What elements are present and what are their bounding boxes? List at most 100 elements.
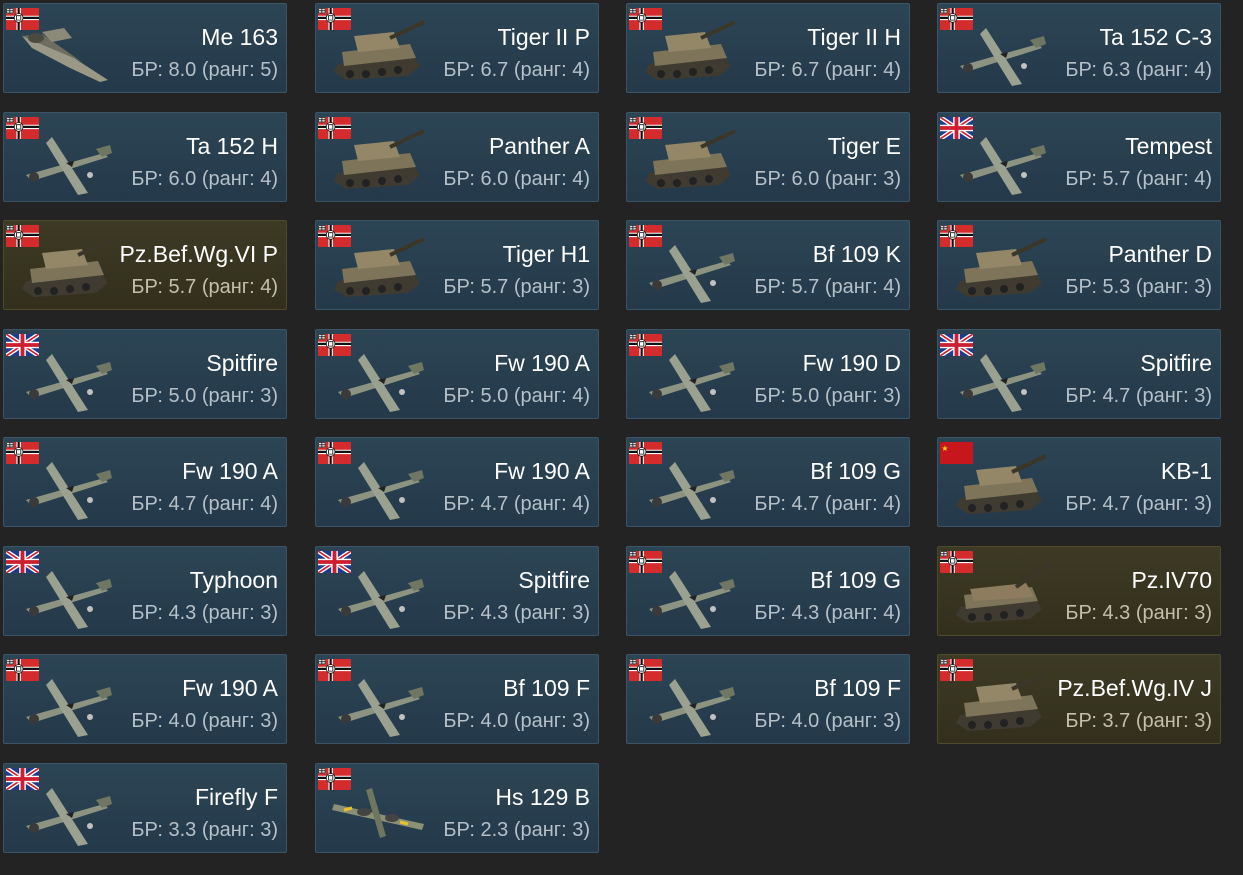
vehicle-battle-rating: БР: 5.0 (ранг: 3) <box>131 385 278 407</box>
vehicle-battle-rating: БР: 4.3 (ранг: 3) <box>443 602 590 624</box>
germany-flag-icon <box>940 659 973 681</box>
vehicle-name: Pz.Bef.Wg.IV J <box>1057 675 1212 701</box>
germany-flag-icon <box>6 442 39 464</box>
vehicle-name: Fw 190 A <box>182 458 278 484</box>
germany-flag-icon <box>629 334 662 356</box>
vehicle-battle-rating: БР: 3.7 (ранг: 3) <box>1065 710 1212 732</box>
vehicle-name: Fw 190 A <box>182 675 278 701</box>
vehicle-battle-rating: БР: 5.7 (ранг: 4) <box>754 276 901 298</box>
vehicle-card[interactable]: Panther A БР: 6.0 (ранг: 4) <box>315 112 599 202</box>
vehicle-battle-rating: БР: 6.0 (ранг: 4) <box>131 168 278 190</box>
vehicle-card[interactable]: Tiger II H БР: 6.7 (ранг: 4) <box>626 3 910 93</box>
vehicle-name: Spitfire <box>206 350 278 376</box>
vehicle-battle-rating: БР: 5.0 (ранг: 4) <box>443 385 590 407</box>
vehicle-card[interactable]: Bf 109 G БР: 4.3 (ранг: 4) <box>626 546 910 636</box>
britain-flag-icon <box>940 117 973 139</box>
vehicle-card[interactable]: Spitfire БР: 4.3 (ранг: 3) <box>315 546 599 636</box>
germany-flag-icon <box>629 442 662 464</box>
vehicle-card[interactable]: Bf 109 G БР: 4.7 (ранг: 4) <box>626 437 910 527</box>
germany-flag-icon <box>318 659 351 681</box>
vehicle-battle-rating: БР: 4.3 (ранг: 3) <box>1065 602 1212 624</box>
germany-flag-icon <box>6 117 39 139</box>
vehicle-battle-rating: БР: 4.0 (ранг: 3) <box>754 710 901 732</box>
vehicle-name: Fw 190 A <box>494 458 590 484</box>
vehicle-name: Spitfire <box>1140 350 1212 376</box>
vehicle-name: Fw 190 D <box>802 350 901 376</box>
vehicle-card[interactable]: Me 163 БР: 8.0 (ранг: 5) <box>3 3 287 93</box>
vehicle-card[interactable]: Ta 152 C-3 БР: 6.3 (ранг: 4) <box>937 3 1221 93</box>
vehicle-battle-rating: БР: 6.7 (ранг: 4) <box>754 59 901 81</box>
britain-flag-icon <box>6 334 39 356</box>
vehicle-card[interactable]: Pz.IV70 БР: 4.3 (ранг: 3) <box>937 546 1221 636</box>
vehicle-name: Ta 152 C-3 <box>1099 24 1212 50</box>
germany-flag-icon <box>629 659 662 681</box>
vehicle-battle-rating: БР: 6.0 (ранг: 3) <box>754 168 901 190</box>
germany-flag-icon <box>6 659 39 681</box>
vehicle-name: Panther A <box>488 133 590 159</box>
germany-flag-icon <box>629 8 662 30</box>
vehicle-battle-rating: БР: 2.3 (ранг: 3) <box>443 819 590 841</box>
vehicle-card[interactable]: KB-1 БР: 4.7 (ранг: 3) <box>937 437 1221 527</box>
vehicle-card[interactable]: Firefly F БР: 3.3 (ранг: 3) <box>3 763 287 853</box>
vehicle-card[interactable]: Fw 190 A БР: 4.0 (ранг: 3) <box>3 654 287 744</box>
vehicle-name: Ta 152 H <box>185 133 278 159</box>
vehicle-name: Panther D <box>1108 241 1212 267</box>
vehicle-name: Me 163 <box>201 24 278 50</box>
vehicle-battle-rating: БР: 4.0 (ранг: 3) <box>131 710 278 732</box>
vehicle-name: Typhoon <box>189 567 278 593</box>
vehicle-name: Firefly F <box>194 784 278 810</box>
germany-flag-icon <box>629 551 662 573</box>
vehicle-card[interactable]: Tiger II P БР: 6.7 (ранг: 4) <box>315 3 599 93</box>
vehicle-battle-rating: БР: 4.7 (ранг: 4) <box>131 493 278 515</box>
germany-flag-icon <box>940 225 973 247</box>
vehicle-card[interactable]: Fw 190 A БР: 4.7 (ранг: 4) <box>3 437 287 527</box>
vehicle-name: Tiger H1 <box>502 241 590 267</box>
germany-flag-icon <box>629 225 662 247</box>
vehicle-battle-rating: БР: 5.7 (ранг: 4) <box>1065 168 1212 190</box>
vehicle-card[interactable]: Bf 109 K БР: 5.7 (ранг: 4) <box>626 220 910 310</box>
vehicle-card[interactable]: Tiger H1 БР: 5.7 (ранг: 3) <box>315 220 599 310</box>
germany-flag-icon <box>318 768 351 790</box>
vehicle-battle-rating: БР: 6.0 (ранг: 4) <box>443 168 590 190</box>
vehicle-card[interactable]: Fw 190 A БР: 4.7 (ранг: 4) <box>315 437 599 527</box>
vehicle-battle-rating: БР: 5.7 (ранг: 3) <box>443 276 590 298</box>
vehicle-card[interactable]: Ta 152 H БР: 6.0 (ранг: 4) <box>3 112 287 202</box>
vehicle-name: Pz.Bef.Wg.VI P <box>119 241 279 267</box>
vehicle-battle-rating: БР: 4.0 (ранг: 3) <box>443 710 590 732</box>
germany-flag-icon <box>318 442 351 464</box>
vehicle-name: Hs 129 B <box>495 784 590 810</box>
vehicle-battle-rating: БР: 4.7 (ранг: 3) <box>1065 385 1212 407</box>
vehicle-card[interactable]: Spitfire БР: 4.7 (ранг: 3) <box>937 329 1221 419</box>
vehicle-name: KB-1 <box>1160 458 1212 484</box>
germany-flag-icon <box>318 334 351 356</box>
vehicle-card[interactable]: Pz.Bef.Wg.IV J БР: 3.7 (ранг: 3) <box>937 654 1221 744</box>
vehicle-card[interactable]: Bf 109 F БР: 4.0 (ранг: 3) <box>315 654 599 744</box>
vehicle-card[interactable]: Pz.Bef.Wg.VI P БР: 5.7 (ранг: 4) <box>3 220 287 310</box>
vehicle-card[interactable]: Hs 129 B БР: 2.3 (ранг: 3) <box>315 763 599 853</box>
vehicle-battle-rating: БР: 5.0 (ранг: 3) <box>754 385 901 407</box>
germany-flag-icon <box>940 551 973 573</box>
vehicle-card[interactable]: Spitfire БР: 5.0 (ранг: 3) <box>3 329 287 419</box>
vehicle-name: Fw 190 A <box>494 350 590 376</box>
vehicle-name: Tiger E <box>827 133 901 159</box>
vehicle-name: Tiger II P <box>497 24 590 50</box>
vehicle-card[interactable]: Tempest БР: 5.7 (ранг: 4) <box>937 112 1221 202</box>
vehicle-name: Pz.IV70 <box>1131 567 1212 593</box>
vehicle-card[interactable]: Bf 109 F БР: 4.0 (ранг: 3) <box>626 654 910 744</box>
vehicle-card[interactable]: Tiger E БР: 6.0 (ранг: 3) <box>626 112 910 202</box>
britain-flag-icon <box>6 551 39 573</box>
vehicle-card[interactable]: Fw 190 D БР: 5.0 (ранг: 3) <box>626 329 910 419</box>
germany-flag-icon <box>318 225 351 247</box>
vehicle-card[interactable]: Panther D БР: 5.3 (ранг: 3) <box>937 220 1221 310</box>
vehicle-grid: Me 163 БР: 8.0 (ранг: 5) Tiger II P БР: 6.7… <box>0 0 1243 875</box>
vehicle-battle-rating: БР: 6.7 (ранг: 4) <box>443 59 590 81</box>
germany-flag-icon <box>940 8 973 30</box>
vehicle-battle-rating: БР: 5.7 (ранг: 4) <box>131 276 278 298</box>
vehicle-battle-rating: БР: 8.0 (ранг: 5) <box>131 59 278 81</box>
vehicle-card[interactable]: Fw 190 A БР: 5.0 (ранг: 4) <box>315 329 599 419</box>
ussr-flag-icon <box>940 442 973 464</box>
britain-flag-icon <box>6 768 39 790</box>
vehicle-name: Tiger II H <box>807 24 901 50</box>
vehicle-card[interactable]: Typhoon БР: 4.3 (ранг: 3) <box>3 546 287 636</box>
vehicle-battle-rating: БР: 4.3 (ранг: 4) <box>754 602 901 624</box>
